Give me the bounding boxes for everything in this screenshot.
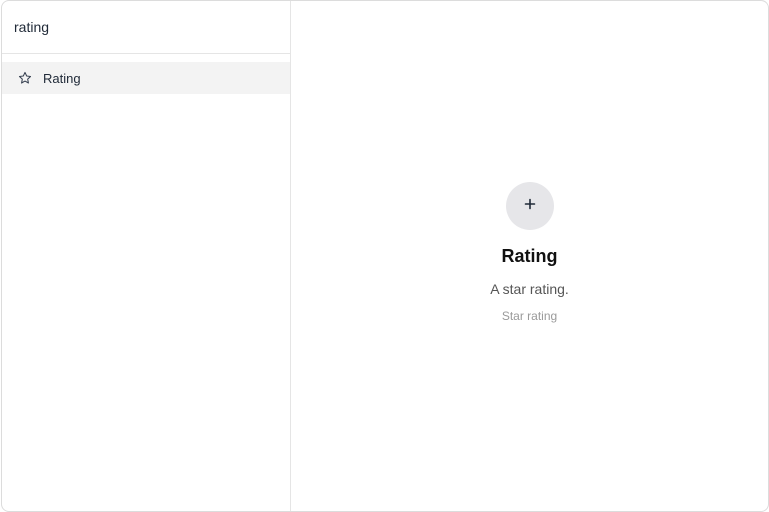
detail-title: Rating bbox=[501, 246, 558, 266]
result-item-label: Rating bbox=[43, 70, 81, 86]
detail-pane: Rating A star rating. Star rating bbox=[291, 1, 768, 511]
detail-description: A star rating. bbox=[490, 281, 569, 297]
detail-meta: Star rating bbox=[501, 309, 558, 323]
result-item-rating[interactable]: Rating bbox=[2, 62, 290, 94]
picker-window: Rating Rating A star rating. Star rating bbox=[1, 0, 769, 512]
add-button[interactable] bbox=[505, 182, 554, 230]
results-pane: Rating bbox=[2, 1, 291, 511]
star-outline-icon bbox=[18, 71, 32, 85]
plus-icon bbox=[524, 197, 536, 215]
search-input[interactable] bbox=[14, 19, 278, 35]
search-bar bbox=[2, 1, 290, 54]
result-list: Rating bbox=[2, 54, 290, 94]
